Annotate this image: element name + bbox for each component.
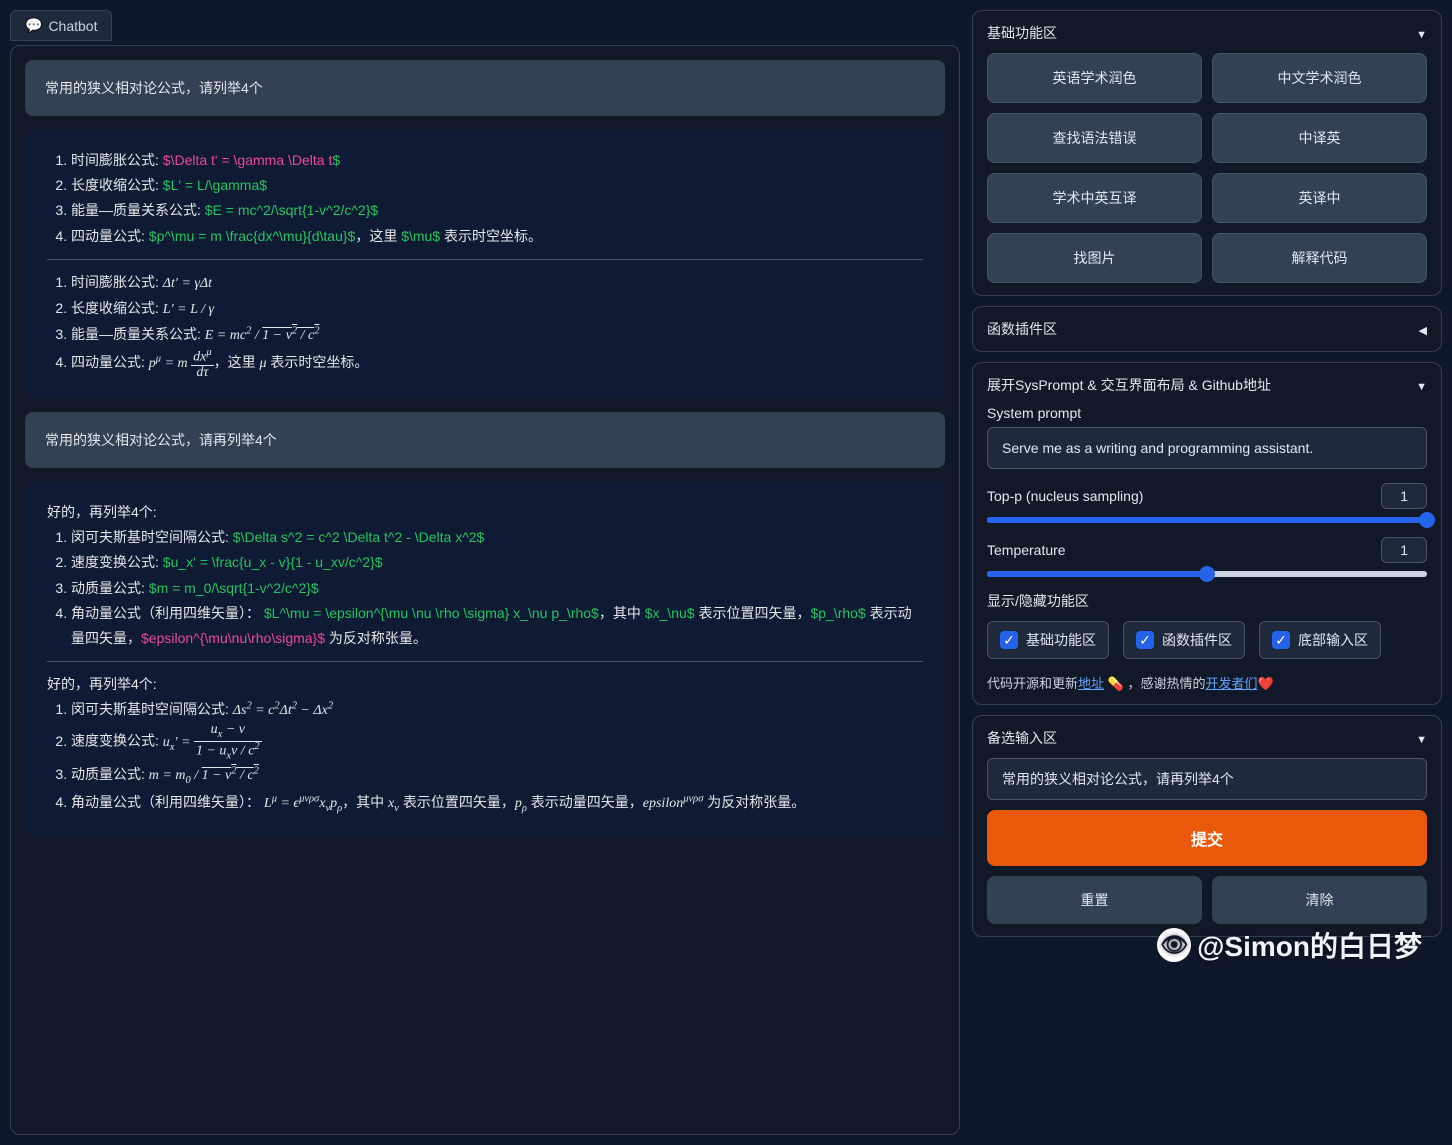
list-item: 动质量公式: m = m0 / 1 − v2 / c2 bbox=[71, 762, 923, 791]
clear-button[interactable]: 清除 bbox=[1212, 876, 1427, 924]
topp-slider: Top-p (nucleus sampling) 1 bbox=[987, 483, 1427, 523]
basic-header[interactable]: 基础功能区 bbox=[987, 23, 1427, 43]
user-text: 常用的狭义相对论公式，请列举4个 bbox=[45, 80, 263, 96]
weibo-icon: 👁 bbox=[1157, 928, 1191, 962]
chevron-left-icon bbox=[1419, 321, 1427, 337]
temp-track[interactable] bbox=[987, 571, 1427, 577]
list-item: 长度收缩公式: $L' = L/\gamma$ bbox=[71, 173, 923, 198]
basic-btn-7[interactable]: 解释代码 bbox=[1212, 233, 1427, 283]
basic-btn-4[interactable]: 学术中英互译 bbox=[987, 173, 1202, 223]
tab-chatbot[interactable]: 💬 Chatbot bbox=[10, 10, 112, 41]
list-item: 角动量公式（利用四维矢量）： Lμ = ϵμνρσxνpρ，其中 xν 表示位置… bbox=[71, 790, 923, 819]
list-item: 能量—质量关系公式: $E = mc^2/\sqrt{1-v^2/c^2}$ bbox=[71, 198, 923, 223]
bot1-rendered-list: 时间膨胀公式: Δt′ = γΔt长度收缩公式: L′ = L / γ能量—质量… bbox=[71, 270, 923, 380]
basic-btn-5[interactable]: 英译中 bbox=[1212, 173, 1427, 223]
expand-title: 展开SysPrompt & 交互界面布局 & Github地址 bbox=[987, 375, 1271, 395]
bot2-rendered-list: 闵可夫斯基时空间隔公式: Δs2 = c2Δt2 − Δx2速度变换公式: ux… bbox=[71, 697, 923, 819]
chat-icon: 💬 bbox=[25, 17, 42, 34]
bot2-intro2: 好的，再列举4个: bbox=[47, 672, 923, 697]
topp-track[interactable] bbox=[987, 517, 1427, 523]
bot2-intro: 好的，再列举4个: bbox=[47, 500, 923, 525]
hide-label: 显示/隐藏功能区 bbox=[987, 591, 1427, 611]
check-icon: ✓ bbox=[1272, 631, 1290, 649]
list-item: 时间膨胀公式: $\Delta t' = \gamma \Delta t$ bbox=[71, 148, 923, 173]
system-prompt-input[interactable] bbox=[987, 427, 1427, 469]
list-item: 时间膨胀公式: Δt′ = γΔt bbox=[71, 270, 923, 296]
list-item: 四动量公式: pμ = m dxμdτ，这里 μ 表示时空坐标。 bbox=[71, 348, 923, 380]
expand-header[interactable]: 展开SysPrompt & 交互界面布局 & Github地址 bbox=[987, 375, 1427, 395]
sys-prompt-label: System prompt bbox=[987, 405, 1427, 421]
bot-message-2: 好的，再列举4个: 闵可夫斯基时空间隔公式: $\Delta s^2 = c^2… bbox=[25, 482, 945, 837]
checkbox-row: ✓基础功能区 ✓函数插件区 ✓底部输入区 bbox=[987, 621, 1427, 659]
alt-title: 备选输入区 bbox=[987, 728, 1057, 748]
plugin-title: 函数插件区 bbox=[987, 319, 1057, 339]
submit-button[interactable]: 提交 bbox=[987, 810, 1427, 866]
plugin-panel[interactable]: 函数插件区 bbox=[972, 306, 1442, 352]
basic-btn-2[interactable]: 查找语法错误 bbox=[987, 113, 1202, 163]
tab-label: Chatbot bbox=[48, 18, 97, 34]
basic-btn-3[interactable]: 中译英 bbox=[1212, 113, 1427, 163]
list-item: 长度收缩公式: L′ = L / γ bbox=[71, 296, 923, 322]
checkbox-2[interactable]: ✓底部输入区 bbox=[1259, 621, 1381, 659]
list-item: 闵可夫斯基时空间隔公式: Δs2 = c2Δt2 − Δx2 bbox=[71, 697, 923, 723]
basic-btn-6[interactable]: 找图片 bbox=[987, 233, 1202, 283]
tab-bar: 💬 Chatbot bbox=[10, 10, 960, 41]
basic-button-grid: 英语学术润色中文学术润色查找语法错误中译英学术中英互译英译中找图片解释代码 bbox=[987, 53, 1427, 283]
bot1-raw-list: 时间膨胀公式: $\Delta t' = \gamma \Delta t$长度收… bbox=[71, 148, 923, 249]
divider bbox=[47, 661, 923, 662]
list-item: 四动量公式: $p^\mu = m \frac{dx^\mu}{d\tau}$，… bbox=[71, 224, 923, 249]
list-item: 角动量公式（利用四维矢量）： $L^\mu = \epsilon^{\mu \n… bbox=[71, 601, 923, 651]
basic-panel: 基础功能区 英语学术润色中文学术润色查找语法错误中译英学术中英互译英译中找图片解… bbox=[972, 10, 1442, 296]
checkbox-0[interactable]: ✓基础功能区 bbox=[987, 621, 1109, 659]
alt-input-field[interactable] bbox=[987, 758, 1427, 800]
chevron-down-icon bbox=[1416, 25, 1427, 41]
bot-message-1: 时间膨胀公式: $\Delta t' = \gamma \Delta t$长度收… bbox=[25, 130, 945, 398]
chevron-down-icon bbox=[1416, 377, 1427, 393]
check-icon: ✓ bbox=[1000, 631, 1018, 649]
reset-button[interactable]: 重置 bbox=[987, 876, 1202, 924]
temp-slider: Temperature 1 bbox=[987, 537, 1427, 577]
source-link[interactable]: 地址 bbox=[1078, 676, 1104, 691]
bot2-raw-list: 闵可夫斯基时空间隔公式: $\Delta s^2 = c^2 \Delta t^… bbox=[71, 525, 923, 651]
list-item: 速度变换公式: ux′ = ux − v1 − uxv / c2 bbox=[71, 723, 923, 761]
temp-value[interactable]: 1 bbox=[1381, 537, 1427, 563]
devs-link[interactable]: 开发者们 bbox=[1205, 676, 1257, 691]
alt-input-panel: 备选输入区 提交 重置 清除 bbox=[972, 715, 1442, 937]
alt-header[interactable]: 备选输入区 bbox=[987, 728, 1427, 748]
chevron-down-icon bbox=[1416, 730, 1427, 746]
watermark: 👁 @Simon的白日梦 bbox=[1157, 925, 1422, 965]
user-message-2: 常用的狭义相对论公式，请再列举4个 bbox=[25, 412, 945, 468]
divider bbox=[47, 259, 923, 260]
expand-panel: 展开SysPrompt & 交互界面布局 & Github地址 System p… bbox=[972, 362, 1442, 705]
chat-panel: 常用的狭义相对论公式，请列举4个 时间膨胀公式: $\Delta t' = \g… bbox=[10, 45, 960, 1135]
footer-text: 代码开源和更新地址 💊 ，感谢热情的开发者们❤️ bbox=[987, 673, 1427, 692]
basic-btn-0[interactable]: 英语学术润色 bbox=[987, 53, 1202, 103]
basic-btn-1[interactable]: 中文学术润色 bbox=[1212, 53, 1427, 103]
topp-label: Top-p (nucleus sampling) bbox=[987, 488, 1143, 504]
list-item: 动质量公式: $m = m_0/\sqrt{1-v^2/c^2}$ bbox=[71, 576, 923, 601]
list-item: 能量—质量关系公式: E = mc2 / 1 − v2 / c2 bbox=[71, 322, 923, 348]
checkbox-1[interactable]: ✓函数插件区 bbox=[1123, 621, 1245, 659]
list-item: 速度变换公式: $u_x' = \frac{u_x - v}{1 - u_xv/… bbox=[71, 550, 923, 575]
topp-value[interactable]: 1 bbox=[1381, 483, 1427, 509]
list-item: 闵可夫斯基时空间隔公式: $\Delta s^2 = c^2 \Delta t^… bbox=[71, 525, 923, 550]
check-icon: ✓ bbox=[1136, 631, 1154, 649]
temp-label: Temperature bbox=[987, 542, 1066, 558]
user-text: 常用的狭义相对论公式，请再列举4个 bbox=[45, 432, 277, 448]
basic-title: 基础功能区 bbox=[987, 23, 1057, 43]
user-message-1: 常用的狭义相对论公式，请列举4个 bbox=[25, 60, 945, 116]
